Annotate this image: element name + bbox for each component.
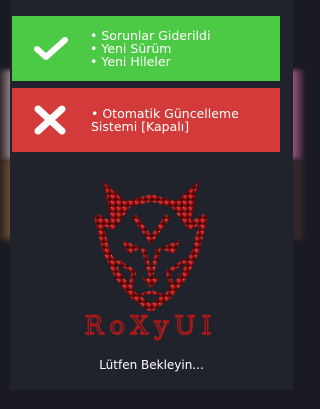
loading-status-text: Lütfen Bekleyin...	[99, 358, 204, 372]
success-notice: • Sorunlar Giderildi • Yeni Sürüm • Yeni…	[12, 16, 280, 81]
logo: RoXyUI	[68, 164, 234, 342]
success-item: • Yeni Hileler	[90, 54, 171, 69]
error-item: • Otomatik Güncelleme Sistemi [Kapalı]	[91, 106, 239, 134]
checkmark-icon	[12, 16, 90, 81]
success-notice-text: • Sorunlar Giderildi • Yeni Sürüm • Yeni…	[90, 29, 280, 68]
logo-wordmark: RoXyUI	[85, 311, 218, 340]
wolf-head-logo: RoXyUI	[84, 180, 218, 341]
error-notice: • Otomatik Güncelleme Sistemi [Kapalı]	[12, 88, 280, 152]
error-notice-text: • Otomatik Güncelleme Sistemi [Kapalı]	[87, 107, 280, 133]
